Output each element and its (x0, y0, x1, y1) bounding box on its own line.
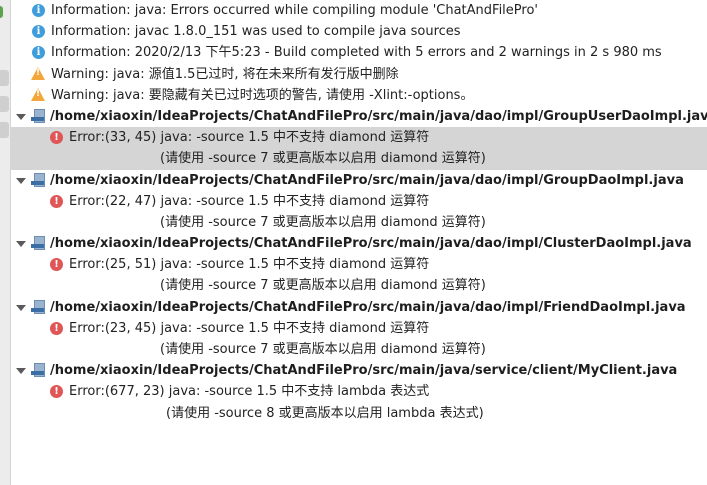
file-path: /home/xiaoxin/IdeaProjects/ChatAndFilePr… (50, 108, 707, 124)
java-file-icon (31, 108, 45, 123)
chevron-down-icon[interactable] (16, 177, 26, 184)
file-node[interactable]: /home/xiaoxin/IdeaProjects/ChatAndFilePr… (10, 233, 707, 254)
error-hint: (请使用 -source 7 或更高版本以启用 diamond 运算符) (160, 342, 486, 357)
error-icon (50, 381, 63, 402)
build-messages-tree[interactable]: Information: java: Errors occurred while… (10, 0, 707, 424)
error-hint-row[interactable]: (请使用 -source 7 或更高版本以启用 diamond 运算符) (10, 339, 707, 360)
chevron-down-icon[interactable] (16, 304, 26, 311)
java-file-icon (31, 172, 45, 187)
error-hint-row[interactable]: (请使用 -source 7 或更高版本以启用 diamond 运算符) (10, 212, 707, 233)
java-file-icon (31, 299, 45, 314)
message-row[interactable]: Information: javac 1.8.0_151 was used to… (10, 21, 707, 42)
error-text: Error:(23, 45) java: -source 1.5 中不支持 di… (69, 320, 430, 336)
error-text: Error:(22, 47) java: -source 1.5 中不支持 di… (69, 193, 430, 209)
file-path: /home/xiaoxin/IdeaProjects/ChatAndFilePr… (50, 236, 692, 252)
message-text: Warning: java: 源值1.5已过时, 将在未来所有发行版中删除 (51, 66, 399, 82)
file-node[interactable]: /home/xiaoxin/IdeaProjects/ChatAndFilePr… (10, 360, 707, 381)
file-node[interactable]: /home/xiaoxin/IdeaProjects/ChatAndFilePr… (10, 170, 707, 191)
java-file-icon (31, 363, 45, 378)
error-row[interactable]: Error:(677, 23) java: -source 1.5 中不支持 l… (10, 381, 707, 402)
error-row[interactable]: Error:(25, 51) java: -source 1.5 中不支持 di… (10, 254, 707, 275)
info-icon (32, 21, 45, 42)
message-row[interactable]: Information: java: Errors occurred while… (10, 0, 707, 21)
message-row[interactable]: Information: 2020/2/13 下午5:23 - Build co… (10, 42, 707, 63)
info-icon (32, 0, 45, 21)
chevron-down-icon[interactable] (16, 241, 26, 248)
file-path: /home/xiaoxin/IdeaProjects/ChatAndFilePr… (50, 299, 686, 315)
message-text: Information: 2020/2/13 下午5:23 - Build co… (51, 45, 662, 61)
toolbar-button-3[interactable] (0, 122, 9, 138)
file-node[interactable]: /home/xiaoxin/IdeaProjects/ChatAndFilePr… (10, 297, 707, 318)
toolbar-button-1[interactable] (0, 70, 9, 86)
chevron-down-icon[interactable] (16, 368, 26, 375)
error-hint-row[interactable]: (请使用 -source 8 或更高版本以启用 lambda 表达式) (10, 403, 707, 424)
info-icon (32, 42, 45, 63)
error-hint: (请使用 -source 7 或更高版本以启用 diamond 运算符) (160, 214, 486, 230)
toolbar-button-2[interactable] (0, 96, 9, 112)
error-text: Error:(25, 51) java: -source 1.5 中不支持 di… (69, 257, 430, 273)
error-row[interactable]: Error:(23, 45) java: -source 1.5 中不支持 di… (10, 318, 707, 339)
warning-icon (31, 87, 45, 101)
rerun-icon[interactable] (0, 6, 3, 18)
message-text: Information: javac 1.8.0_151 was used to… (51, 24, 461, 40)
error-icon (50, 191, 63, 212)
error-text: Error:(677, 23) java: -source 1.5 中不支持 l… (69, 384, 430, 400)
error-hint-row[interactable]: (请使用 -source 7 或更高版本以启用 diamond 运算符) (10, 148, 707, 170)
file-path: /home/xiaoxin/IdeaProjects/ChatAndFilePr… (50, 363, 678, 379)
error-icon (50, 127, 63, 148)
error-hint: (请使用 -source 7 或更高版本以启用 diamond 运算符) (160, 278, 486, 294)
java-file-icon (31, 236, 45, 251)
error-hint: (请使用 -source 7 或更高版本以启用 diamond 运算符) (160, 151, 486, 167)
error-icon (50, 254, 63, 275)
error-row[interactable]: Error:(22, 47) java: -source 1.5 中不支持 di… (10, 191, 707, 212)
file-path: /home/xiaoxin/IdeaProjects/ChatAndFilePr… (50, 172, 684, 188)
message-text: Information: java: Errors occurred while… (51, 3, 538, 18)
file-node[interactable]: /home/xiaoxin/IdeaProjects/ChatAndFilePr… (10, 106, 707, 127)
message-row[interactable]: Warning: java: 源值1.5已过时, 将在未来所有发行版中删除 (10, 64, 707, 85)
warning-icon (31, 66, 45, 80)
error-row[interactable]: Error:(33, 45) java: -source 1.5 中不支持 di… (10, 127, 707, 149)
message-row[interactable]: Warning: java: 要隐藏有关已过时选项的警告, 请使用 -Xlint… (10, 85, 707, 106)
error-text: Error:(33, 45) java: -source 1.5 中不支持 di… (69, 130, 430, 146)
error-hint-row[interactable]: (请使用 -source 7 或更高版本以启用 diamond 运算符) (10, 275, 707, 296)
chevron-down-icon[interactable] (16, 113, 26, 120)
error-icon (50, 318, 63, 339)
error-hint: (请使用 -source 8 或更高版本以启用 lambda 表达式) (166, 405, 484, 421)
message-text: Warning: java: 要隐藏有关已过时选项的警告, 请使用 -Xlint… (51, 87, 474, 103)
